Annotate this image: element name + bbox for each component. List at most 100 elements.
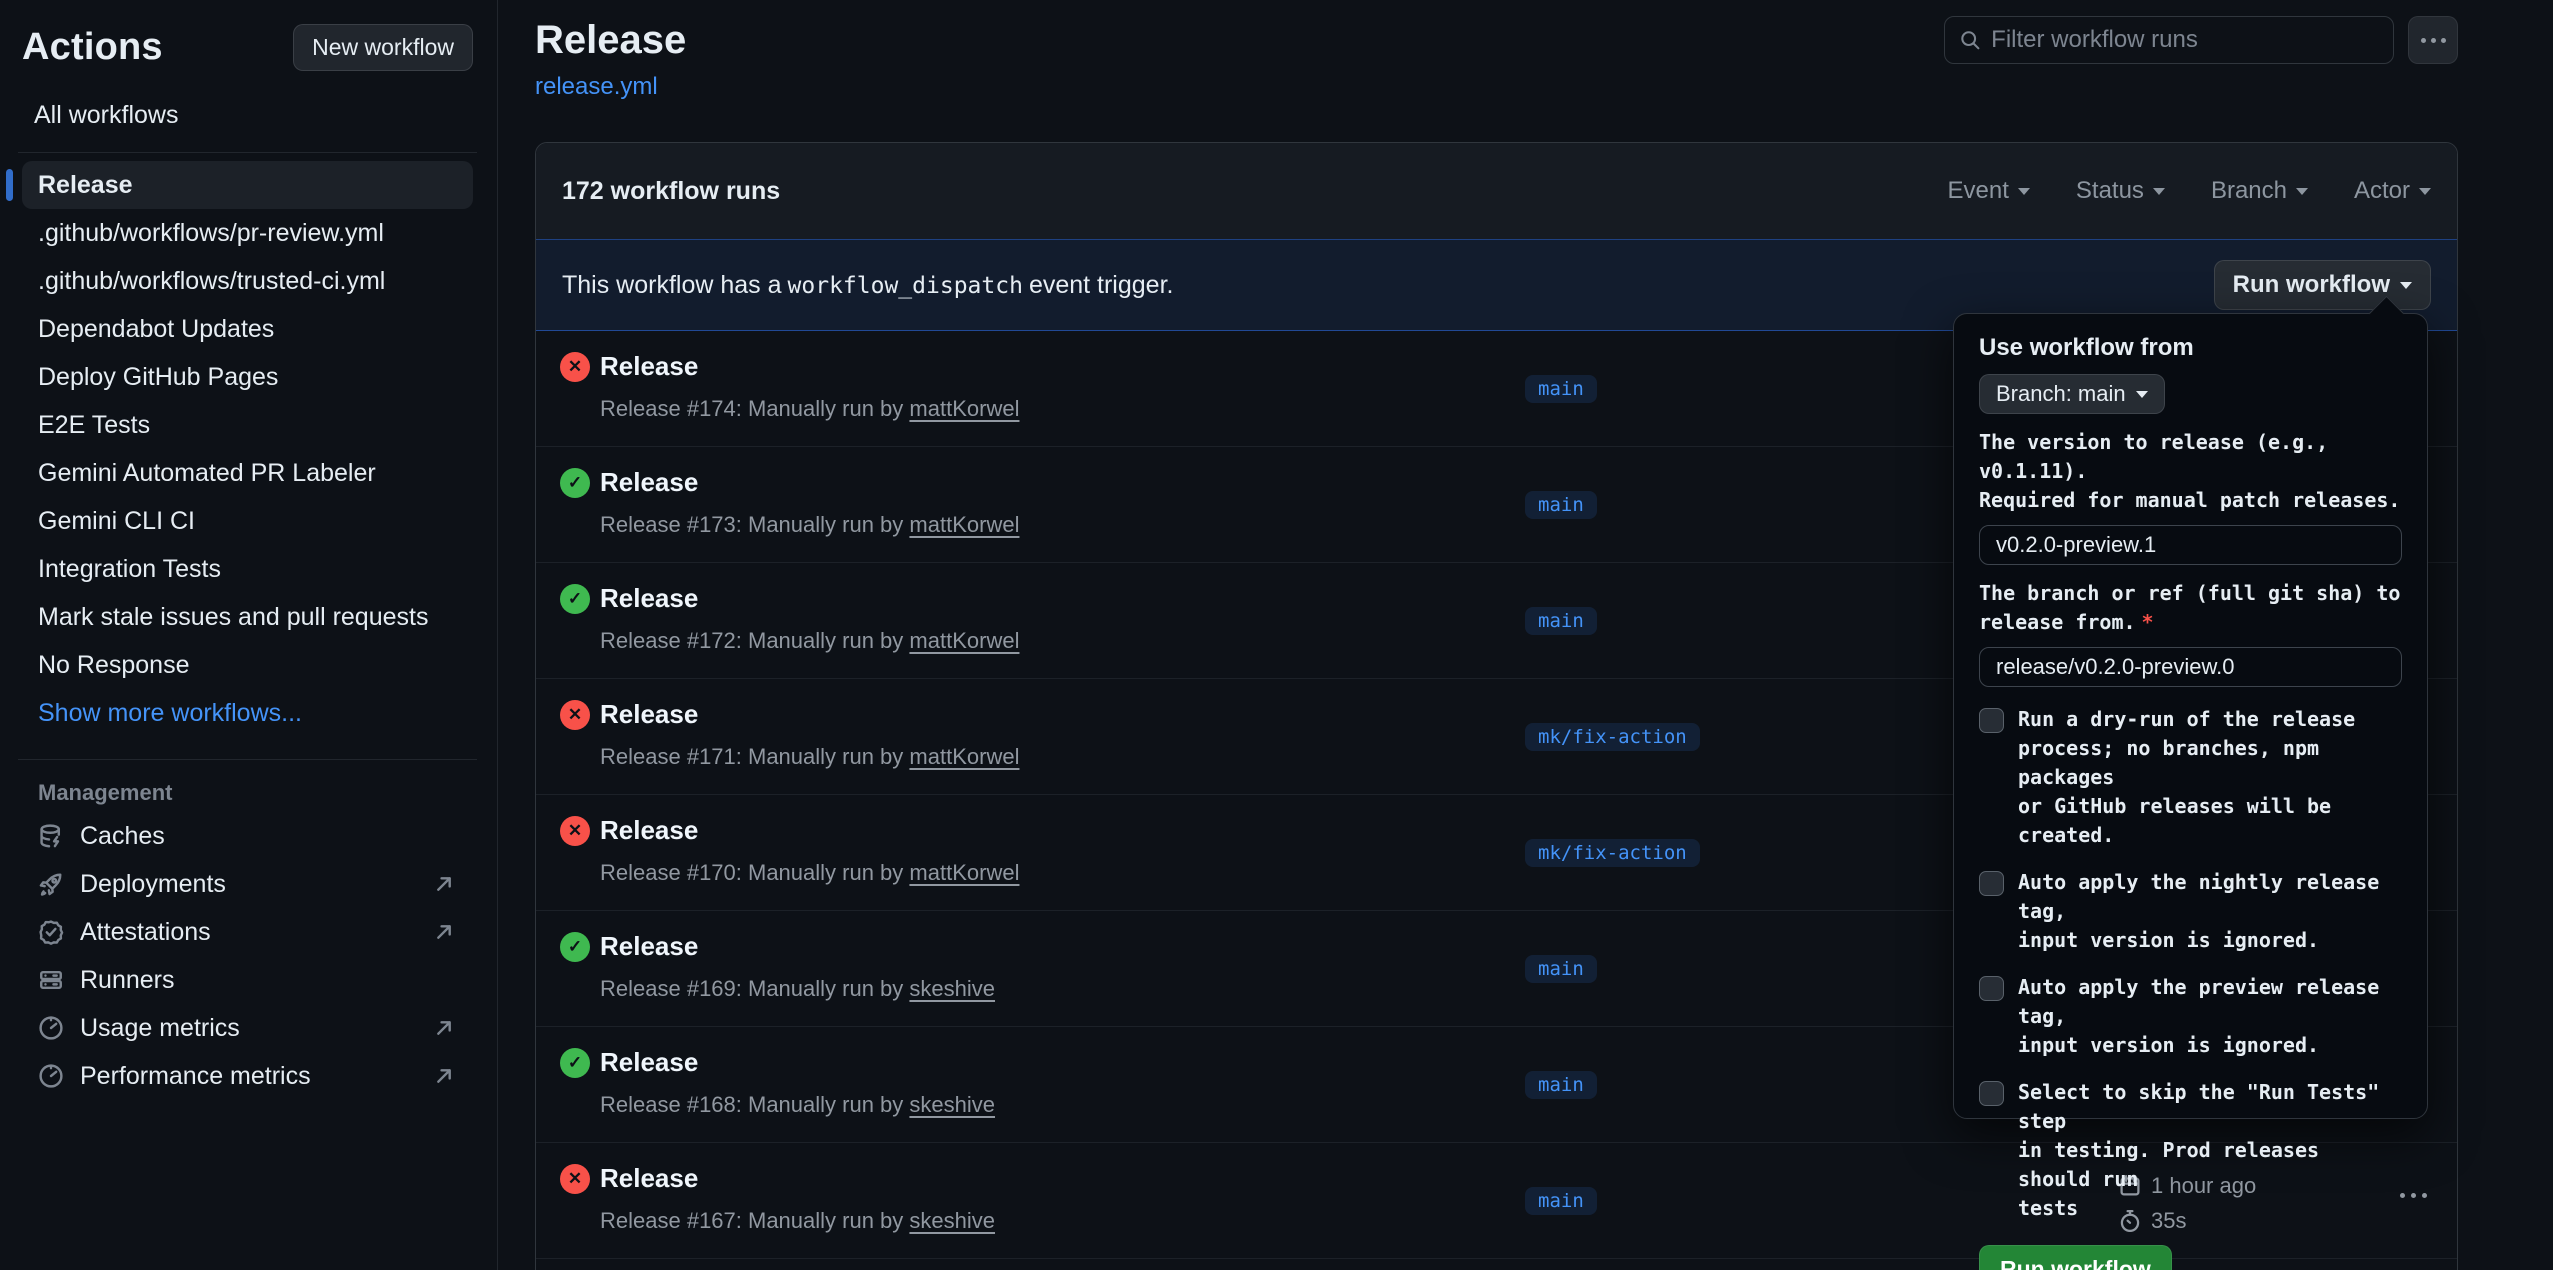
nightly-checkbox[interactable] [1979, 871, 2004, 896]
sidebar-item-mark-stale[interactable]: Mark stale issues and pull requests [22, 593, 473, 641]
meter-icon [38, 1015, 64, 1041]
ref-input[interactable] [1979, 647, 2402, 687]
actor-link[interactable]: mattKorwel [909, 512, 1019, 537]
actor-filter-dropdown[interactable]: Actor [2354, 177, 2431, 205]
sidebar-item-release[interactable]: Release [22, 161, 473, 209]
branch-badge[interactable]: main [1525, 1187, 1597, 1215]
branch-select-button[interactable]: Branch: main [1979, 374, 2165, 414]
runs-list-header: 172 workflow runs Event Status Branch Ac… [536, 143, 2457, 239]
branch-badge[interactable]: main [1525, 1071, 1597, 1099]
status-failure-icon [560, 700, 590, 730]
run-title[interactable]: Release [600, 1047, 698, 1078]
verified-icon [38, 919, 64, 945]
sidebar-item-label: Deployments [80, 870, 226, 899]
run-title[interactable]: Release [600, 351, 698, 382]
actor-link[interactable]: skeshive [909, 1208, 995, 1233]
sidebar-item-integration-tests[interactable]: Integration Tests [22, 545, 473, 593]
dry-run-checkbox-row: Run a dry-run of the release process; no… [1979, 705, 2402, 850]
cache-icon [38, 823, 64, 849]
sidebar-item-deployments[interactable]: Deployments [22, 860, 473, 908]
skip-tests-checkbox-row: Select to skip the "Run Tests" step in t… [1979, 1078, 2402, 1223]
run-title[interactable]: Release [600, 931, 698, 962]
sidebar-item-dependabot-updates[interactable]: Dependabot Updates [22, 305, 473, 353]
external-link-icon [431, 1063, 457, 1089]
actor-link[interactable]: skeshive [909, 976, 995, 1001]
sidebar-item-runners[interactable]: Runners [22, 956, 473, 1004]
run-title[interactable]: Release [600, 699, 698, 730]
sidebar-item-attestations[interactable]: Attestations [22, 908, 473, 956]
ref-field-label: The branch or ref (full git sha) to rele… [1979, 579, 2402, 637]
event-filter-dropdown[interactable]: Event [1948, 177, 2030, 205]
sidebar-item-all-workflows[interactable]: All workflows [22, 101, 473, 130]
filter-workflow-runs-input[interactable] [1991, 26, 2379, 54]
server-icon [38, 967, 64, 993]
sidebar-item-gemini-cli-ci[interactable]: Gemini CLI CI [22, 497, 473, 545]
workflow-list: Release .github/workflows/pr-review.yml … [22, 161, 473, 689]
run-kebab-button[interactable] [2400, 1193, 2427, 1198]
skip-tests-label: Select to skip the "Run Tests" step in t… [2018, 1078, 2402, 1223]
sidebar-item-no-response[interactable]: No Response [22, 641, 473, 689]
nightly-checkbox-row: Auto apply the nightly release tag, inpu… [1979, 868, 2402, 955]
run-workflow-popover: Use workflow from Branch: main The versi… [1953, 313, 2428, 1119]
branch-badge[interactable]: mk/fix-action [1525, 839, 1700, 867]
actor-link[interactable]: skeshive [909, 1092, 995, 1117]
workflow-dispatch-code: workflow_dispatch [782, 273, 1029, 299]
search-icon [1959, 28, 1981, 52]
run-title[interactable]: Release [600, 815, 698, 846]
branch-badge[interactable]: mk/fix-action [1525, 723, 1700, 751]
sidebar-item-deploy-github-pages[interactable]: Deploy GitHub Pages [22, 353, 473, 401]
version-field-label: The version to release (e.g., v0.1.11). … [1979, 428, 2402, 515]
status-success-icon [560, 468, 590, 498]
branch-badge[interactable]: main [1525, 491, 1597, 519]
branch-badge[interactable]: main [1525, 375, 1597, 403]
actor-link[interactable]: mattKorwel [909, 860, 1019, 885]
preview-checkbox-row: Auto apply the preview release tag, inpu… [1979, 973, 2402, 1060]
page-kebab-button[interactable] [2408, 16, 2458, 64]
sidebar-item-gemini-pr-labeler[interactable]: Gemini Automated PR Labeler [22, 449, 473, 497]
run-workflow-submit-button[interactable]: Run workflow [1979, 1245, 2172, 1270]
status-failure-icon [560, 352, 590, 382]
new-workflow-button[interactable]: New workflow [293, 24, 473, 71]
filter-workflow-runs-box [1944, 16, 2394, 64]
status-success-icon [560, 1048, 590, 1078]
dry-run-label: Run a dry-run of the release process; no… [2018, 705, 2402, 850]
status-success-icon [560, 584, 590, 614]
skip-tests-checkbox[interactable] [1979, 1081, 2004, 1106]
sidebar-title: Actions [22, 26, 163, 69]
kebab-icon [2421, 38, 2426, 43]
dry-run-checkbox[interactable] [1979, 708, 2004, 733]
actor-link[interactable]: mattKorwel [909, 744, 1019, 769]
sidebar-item-pr-review[interactable]: .github/workflows/pr-review.yml [22, 209, 473, 257]
actor-link[interactable]: mattKorwel [909, 628, 1019, 653]
external-link-icon [431, 1015, 457, 1041]
chevron-down-icon [2136, 391, 2148, 398]
runs-filters: Event Status Branch Actor [1948, 177, 2431, 205]
run-title[interactable]: Release [600, 1163, 698, 1194]
branch-filter-dropdown[interactable]: Branch [2211, 177, 2308, 205]
chevron-down-icon [2018, 188, 2030, 195]
sidebar-item-e2e-tests[interactable]: E2E Tests [22, 401, 473, 449]
sidebar-item-label: Attestations [80, 918, 211, 947]
meter-icon [38, 1063, 64, 1089]
preview-checkbox[interactable] [1979, 976, 2004, 1001]
sidebar-item-performance-metrics[interactable]: Performance metrics [22, 1052, 473, 1100]
sidebar-item-usage-metrics[interactable]: Usage metrics [22, 1004, 473, 1052]
show-more-workflows-link[interactable]: Show more workflows... [22, 689, 473, 737]
branch-badge[interactable]: main [1525, 607, 1597, 635]
sidebar-divider [18, 759, 477, 760]
status-filter-dropdown[interactable]: Status [2076, 177, 2165, 205]
external-link-icon [431, 919, 457, 945]
sidebar-item-label: Caches [80, 822, 165, 851]
actor-link[interactable]: mattKorwel [909, 396, 1019, 421]
sidebar-item-trusted-ci[interactable]: .github/workflows/trusted-ci.yml [22, 257, 473, 305]
workflow-file-link[interactable]: release.yml [535, 73, 658, 101]
run-workflow-dropdown-button[interactable]: Run workflow [2214, 260, 2431, 310]
sidebar-item-caches[interactable]: Caches [22, 812, 473, 860]
run-title[interactable]: Release [600, 583, 698, 614]
preview-label: Auto apply the preview release tag, inpu… [2018, 973, 2402, 1060]
branch-badge[interactable]: main [1525, 955, 1597, 983]
run-title[interactable]: Release [600, 467, 698, 498]
rocket-icon [38, 871, 64, 897]
popover-title: Use workflow from [1979, 334, 2402, 362]
version-input[interactable] [1979, 525, 2402, 565]
